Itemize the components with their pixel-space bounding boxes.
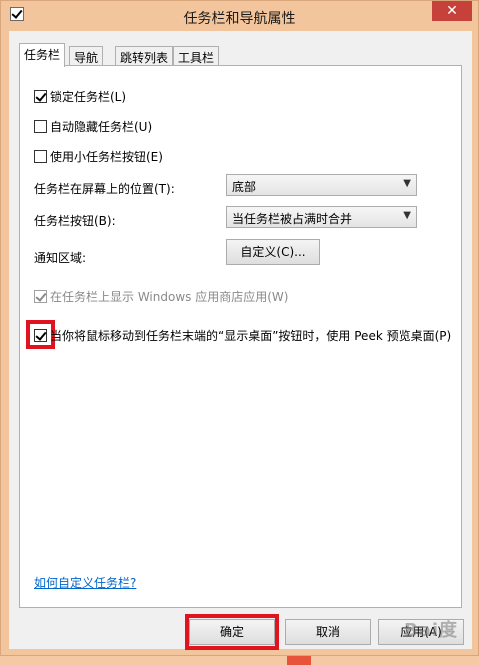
position-label: 任务栏在屏幕上的位置(T): — [34, 182, 175, 196]
tab-toolbars[interactable]: 工具栏 — [173, 46, 220, 66]
tab-taskbar[interactable]: 任务栏 — [19, 43, 66, 67]
tab-navigation[interactable]: 导航 — [69, 46, 104, 66]
dialog-client: 任务栏 导航 跳转列表 工具栏 锁定任务栏(L) 自动隐藏任务栏(U) 使用小任… — [9, 31, 472, 650]
auto-hide-option[interactable]: 自动隐藏任务栏(U) — [34, 118, 152, 135]
buttons-combine-select[interactable]: 当任务栏被占满时合并 ▼ — [226, 206, 417, 228]
chevron-down-icon: ▼ — [403, 210, 411, 221]
window-title: 任务栏和导航属性 — [183, 11, 296, 27]
small-buttons-checkbox[interactable] — [34, 150, 47, 163]
buttons-combine-label: 任务栏按钮(B): — [34, 214, 116, 228]
customize-notification-button[interactable]: 自定义(C)... — [226, 239, 320, 265]
lock-taskbar-label: 锁定任务栏(L) — [50, 90, 127, 104]
peek-option[interactable]: 当你将鼠标移动到任务栏末端的“显示桌面”按钮时，使用 Peek 预览桌面(P) — [34, 327, 451, 344]
tab-jump-lists[interactable]: 跳转列表 — [115, 46, 174, 66]
lock-taskbar-option[interactable]: 锁定任务栏(L) — [34, 88, 126, 105]
title-bar: 任务栏和导航属性 ✕ — [1, 1, 478, 31]
dialog-window: 任务栏和导航属性 ✕ 任务栏 导航 跳转列表 工具栏 锁定任务栏(L) 自动隐藏… — [0, 0, 479, 656]
store-apps-label: 在任务栏上显示 Windows 应用商店应用(W) — [50, 290, 289, 304]
store-apps-option: 在任务栏上显示 Windows 应用商店应用(W) — [34, 288, 288, 305]
position-select-value: 底部 — [232, 180, 257, 194]
help-link[interactable]: 如何自定义任务栏? — [34, 574, 136, 591]
peek-label: 当你将鼠标移动到任务栏末端的“显示桌面”按钮时，使用 Peek 预览桌面(P) — [50, 329, 452, 343]
buttons-combine-select-value: 当任务栏被占满时合并 — [232, 212, 353, 226]
cancel-button[interactable]: 取消 — [285, 619, 371, 645]
auto-hide-label: 自动隐藏任务栏(U) — [50, 120, 153, 134]
ok-button[interactable]: 确定 — [189, 619, 275, 645]
close-button[interactable]: ✕ — [432, 1, 472, 21]
small-buttons-option[interactable]: 使用小任务栏按钮(E) — [34, 148, 163, 165]
brand-logo-icon — [287, 656, 311, 665]
watermark: Bai度 — [403, 620, 458, 641]
lock-taskbar-checkbox[interactable] — [34, 90, 47, 103]
auto-hide-checkbox[interactable] — [34, 120, 47, 133]
position-select[interactable]: 底部 ▼ — [226, 174, 417, 196]
taskbar-panel: 锁定任务栏(L) 自动隐藏任务栏(U) 使用小任务栏按钮(E) 任务栏在屏幕上的… — [19, 65, 462, 608]
small-buttons-label: 使用小任务栏按钮(E) — [50, 150, 163, 164]
peek-checkbox[interactable] — [34, 329, 47, 342]
bottom-strip — [0, 656, 479, 665]
store-apps-checkbox — [34, 290, 47, 303]
notification-area-label: 通知区域: — [34, 251, 87, 265]
chevron-down-icon: ▼ — [403, 178, 411, 189]
